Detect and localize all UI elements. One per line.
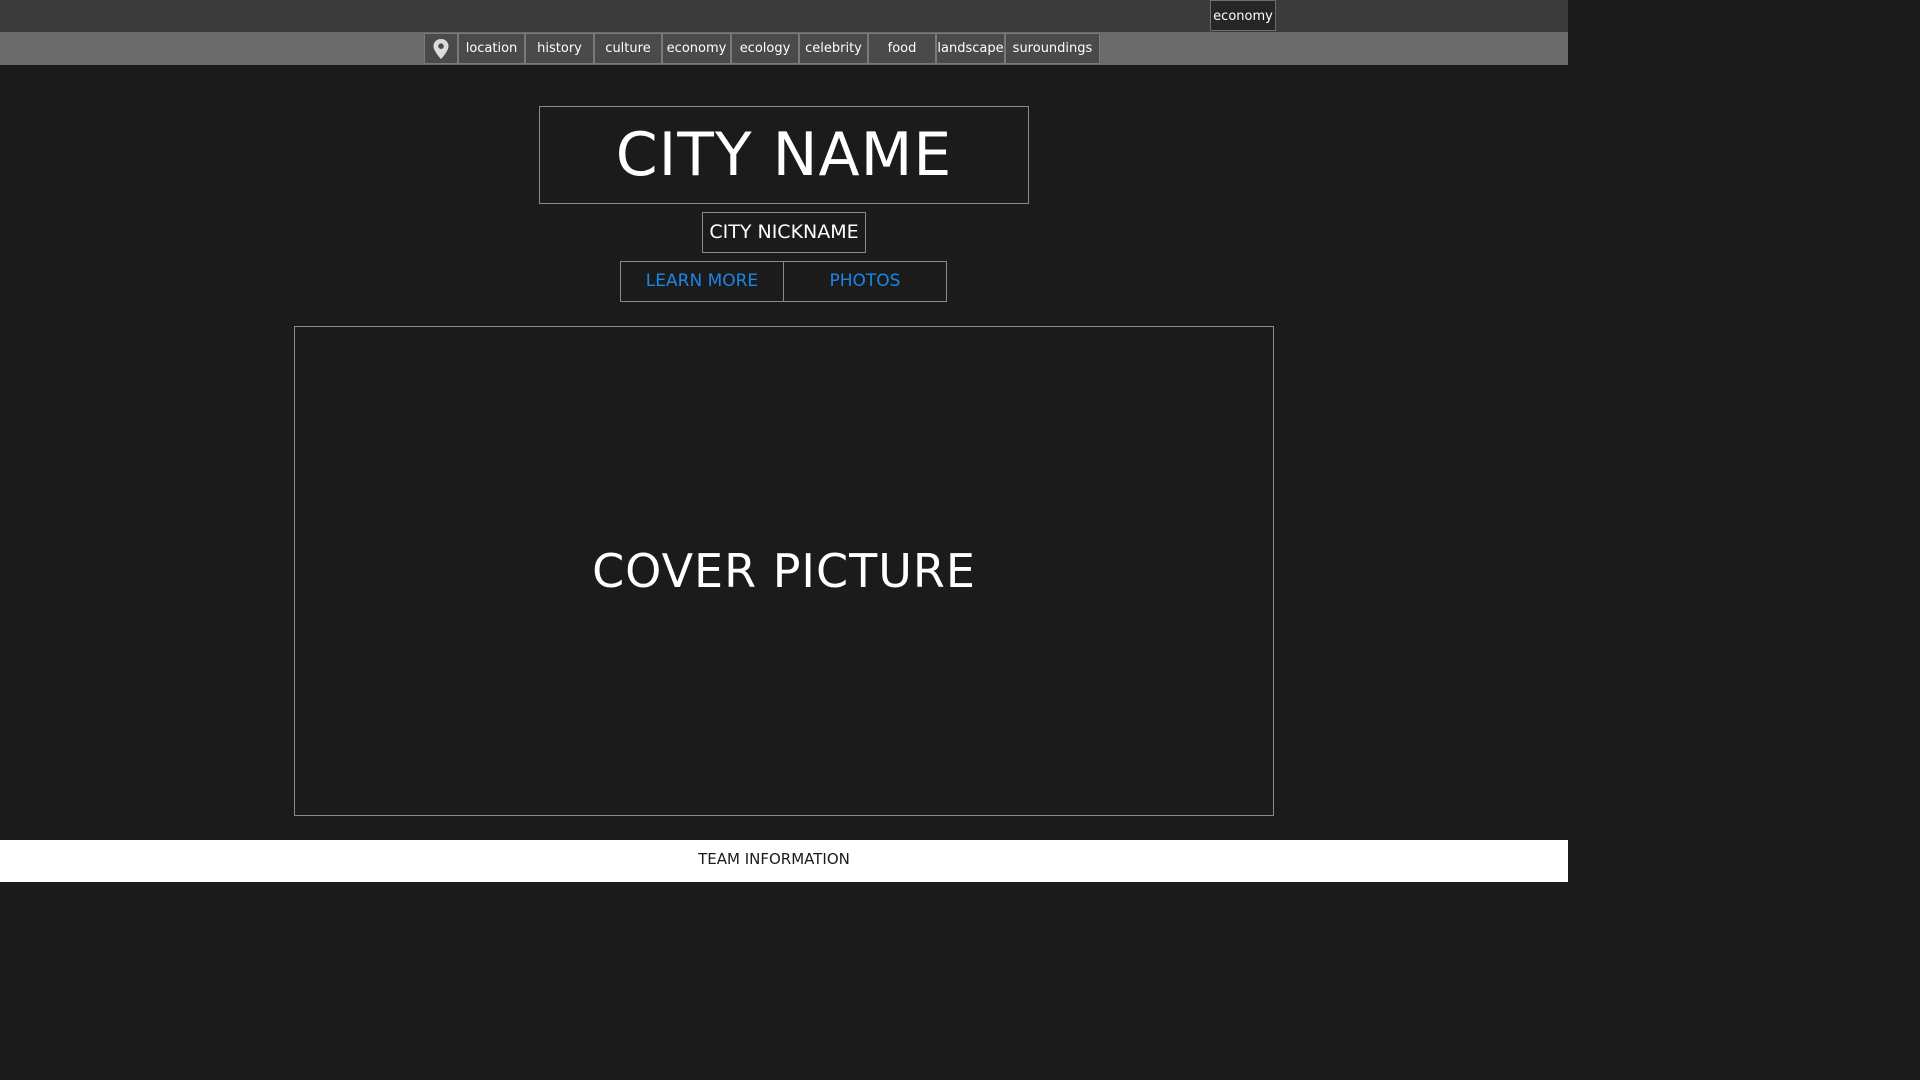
nav-item-economy[interactable]: economy [662, 33, 731, 64]
nav-item-location[interactable]: location [458, 33, 525, 64]
cover-picture-placeholder: COVER PICTURE [294, 326, 1274, 816]
city-nickname: CITY NICKNAME [702, 212, 866, 253]
nav-bar: location history culture economy ecology… [0, 32, 1568, 65]
city-name-title: CITY NAME [539, 106, 1029, 204]
team-information-link[interactable]: TEAM INFORMATION [698, 850, 850, 868]
learn-more-button[interactable]: LEARN MORE [620, 261, 784, 302]
nav-item-landscape[interactable]: landscape [936, 33, 1005, 64]
footer: TEAM INFORMATION [0, 840, 1568, 882]
cover-picture-label: COVER PICTURE [592, 544, 976, 598]
nav-item-food[interactable]: food [868, 33, 936, 64]
nav-item-ecology[interactable]: ecology [731, 33, 799, 64]
nav-item-culture[interactable]: culture [594, 33, 662, 64]
map-pin-icon[interactable] [424, 33, 458, 64]
nav-menu: location history culture economy ecology… [424, 32, 1100, 65]
nav-item-history[interactable]: history [525, 33, 594, 64]
current-section-badge[interactable]: economy [1210, 0, 1276, 31]
nav-item-celebrity[interactable]: celebrity [799, 33, 868, 64]
top-bar: economy [0, 0, 1568, 32]
map-pin-icon-graphic [433, 38, 449, 59]
photos-button[interactable]: PHOTOS [783, 261, 947, 302]
nav-item-suroundings[interactable]: suroundings [1005, 33, 1100, 64]
